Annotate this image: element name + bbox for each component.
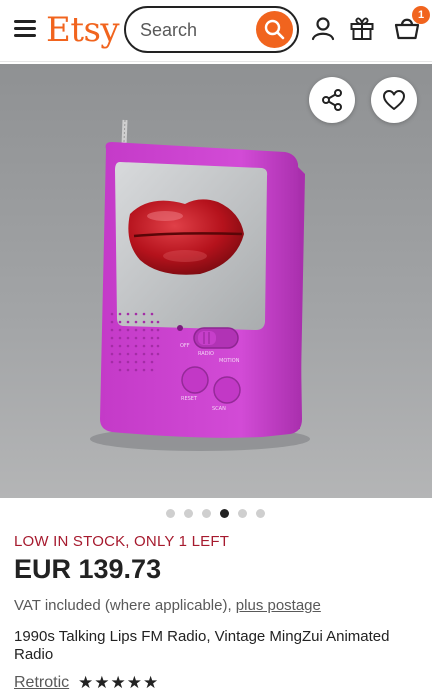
etsy-logo[interactable]: Etsy: [46, 10, 120, 50]
favorite-button[interactable]: [371, 77, 417, 123]
account-icon[interactable]: [310, 15, 336, 41]
search-bar[interactable]: Search: [124, 6, 299, 53]
search-button[interactable]: [256, 11, 293, 48]
search-icon: [264, 19, 285, 40]
price: EUR 139.73: [14, 554, 162, 584]
share-icon: [322, 89, 342, 111]
search-input[interactable]: Search: [140, 20, 197, 41]
radio-label-motion: MOTION: [219, 358, 240, 364]
shop-name-link[interactable]: Retrotic: [14, 674, 69, 692]
listing-title: 1990s Talking Lips FM Radio, Vintage Min…: [14, 628, 390, 663]
rating-stars[interactable]: ★★★★★: [78, 673, 159, 693]
vat-note: VAT included (where applicable), plus po…: [14, 597, 321, 614]
radio-photo: OFF RADIO MOTION RESET SCAN: [0, 64, 432, 498]
radio-label-radio: RADIO: [198, 351, 214, 357]
radio-label-reset: RESET: [181, 396, 198, 402]
carousel-dot-active[interactable]: [220, 509, 229, 518]
stock-notice: LOW IN STOCK, ONLY 1 LEFT: [14, 533, 230, 550]
product-image[interactable]: OFF RADIO MOTION RESET SCAN: [0, 64, 432, 498]
cart-count-badge: 1: [412, 6, 430, 24]
carousel-dot[interactable]: [256, 509, 265, 518]
postage-link[interactable]: plus postage: [236, 597, 321, 614]
heart-icon: [383, 90, 405, 110]
carousel-dot[interactable]: [184, 509, 193, 518]
top-header: Etsy Search 1: [0, 0, 432, 62]
carousel-dot[interactable]: [202, 509, 211, 518]
menu-icon[interactable]: [14, 20, 36, 38]
gift-icon[interactable]: [349, 15, 375, 41]
carousel-dot[interactable]: [238, 509, 247, 518]
carousel-dot[interactable]: [166, 509, 175, 518]
radio-label-scan: SCAN: [212, 406, 226, 412]
share-button[interactable]: [309, 77, 355, 123]
vat-text: VAT included (where applicable),: [14, 597, 236, 614]
radio-label-off: OFF: [180, 343, 190, 349]
